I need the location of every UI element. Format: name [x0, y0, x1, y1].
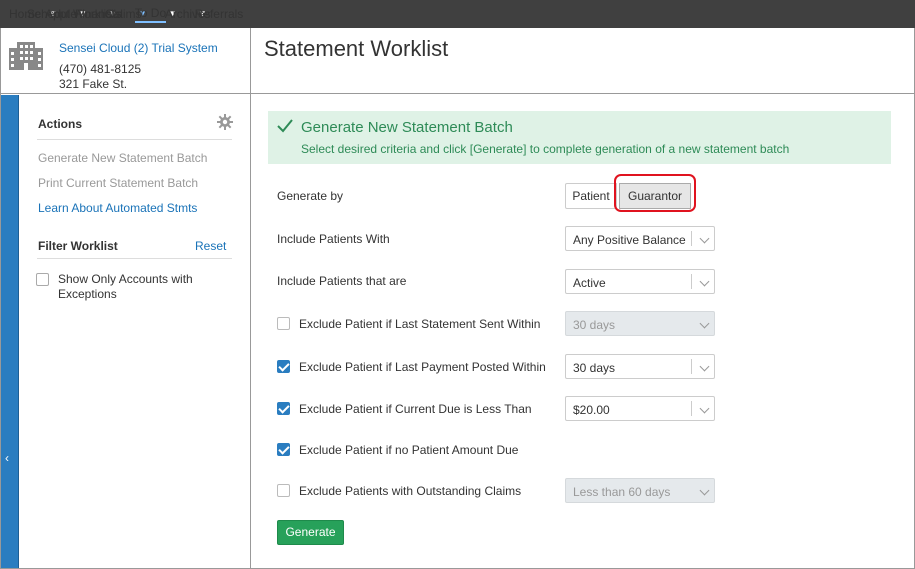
excl-last-payment-select[interactable]: 30 days — [565, 354, 715, 379]
banner-title: Generate New Statement Batch — [301, 119, 513, 136]
chevron-down-icon — [699, 403, 710, 414]
excl-current-due-value: $20.00 — [573, 403, 610, 417]
info-banner: Generate New Statement Batch Select desi… — [268, 111, 891, 164]
select-separator — [691, 231, 692, 246]
nav-referrals-label: Referrals — [194, 7, 244, 21]
chevron-down-icon — [699, 276, 710, 287]
select-separator — [691, 274, 692, 289]
include-status-label: Include Patients that are — [277, 274, 407, 288]
highlight-annotation — [614, 174, 696, 212]
chevron-down-icon — [699, 233, 710, 244]
page-title: Statement Worklist — [264, 36, 449, 61]
gear-icon[interactable] — [217, 114, 233, 130]
chevron-down-icon — [699, 361, 710, 372]
include-status-value: Active — [573, 276, 606, 290]
nav-to-do-label: To Do — [134, 5, 167, 23]
excl-no-amount-checkbox[interactable] — [277, 443, 290, 456]
practice-header: Sensei Cloud (2) Trial System (470) 481-… — [0, 28, 251, 94]
select-separator — [691, 401, 692, 416]
top-nav: Home Schedule Appt Worklists ▼ Financial ▼… — [0, 0, 915, 28]
filter-divider — [37, 258, 232, 259]
include-with-select[interactable]: Any Positive Balance — [565, 226, 715, 251]
title-divider — [251, 93, 915, 94]
practice-phone: (470) 481-8125 — [59, 62, 142, 76]
excl-claims-select[interactable]: Less than 60 days — [565, 478, 715, 503]
sidebar-collapse-strip[interactable]: ‹ — [1, 95, 19, 568]
practice-name[interactable]: Sensei Cloud (2) Trial System — [59, 41, 218, 55]
generate-by-patient-button[interactable]: Patient — [565, 183, 617, 209]
include-status-select[interactable]: Active — [565, 269, 715, 294]
include-with-value: Any Positive Balance — [573, 233, 686, 247]
banner-subtitle: Select desired criteria and click [Gener… — [301, 142, 790, 156]
sidebar: Actions Generate New Statement Batch Pri… — [19, 94, 251, 569]
practice-address: 321 Fake St. — [59, 77, 128, 91]
chevron-down-icon — [699, 318, 710, 329]
excl-last-statement-label: Exclude Patient if Last Statement Sent W… — [299, 317, 541, 331]
excl-claims-value: Less than 60 days — [573, 485, 671, 499]
filter-heading: Filter Worklist — [38, 239, 118, 253]
building-icon — [9, 42, 43, 70]
exceptions-checkbox[interactable] — [36, 273, 49, 286]
excl-last-payment-checkbox[interactable] — [277, 360, 290, 373]
chevron-left-icon[interactable]: ‹ — [5, 451, 9, 465]
excl-last-statement-select[interactable]: 30 days — [565, 311, 715, 336]
select-separator — [691, 359, 692, 374]
excl-claims-label: Exclude Patients with Outstanding Claims — [299, 484, 522, 498]
excl-claims-checkbox[interactable] — [277, 484, 290, 497]
actions-divider — [37, 139, 232, 140]
excl-last-statement-checkbox[interactable] — [277, 317, 290, 330]
excl-last-statement-value: 30 days — [573, 318, 616, 332]
actions-heading: Actions — [38, 117, 83, 131]
action-generate-batch: Generate New Statement Batch — [38, 151, 208, 165]
generate-button[interactable]: Generate — [277, 520, 344, 545]
checkmark-icon — [277, 119, 293, 133]
nav-home[interactable]: Home — [0, 0, 41, 28]
excl-current-due-checkbox[interactable] — [277, 402, 290, 415]
excl-last-payment-value: 30 days — [573, 361, 616, 375]
excl-no-amount-label: Exclude Patient if no Patient Amount Due — [299, 443, 519, 457]
excl-last-payment-label: Exclude Patient if Last Payment Posted W… — [299, 360, 546, 374]
filter-reset-link[interactable]: Reset — [195, 239, 226, 253]
include-with-label: Include Patients With — [277, 232, 390, 246]
action-learn-automated[interactable]: Learn About Automated Stmts — [38, 201, 197, 215]
chevron-down-icon — [699, 485, 710, 496]
excl-current-due-label: Exclude Patient if Current Due is Less T… — [299, 402, 532, 416]
generate-by-label: Generate by — [277, 189, 344, 203]
exceptions-checkbox-label: Show Only Accounts with Exceptions — [58, 272, 193, 301]
excl-current-due-select[interactable]: $20.00 — [565, 396, 715, 421]
action-print-batch: Print Current Statement Batch — [38, 176, 199, 190]
